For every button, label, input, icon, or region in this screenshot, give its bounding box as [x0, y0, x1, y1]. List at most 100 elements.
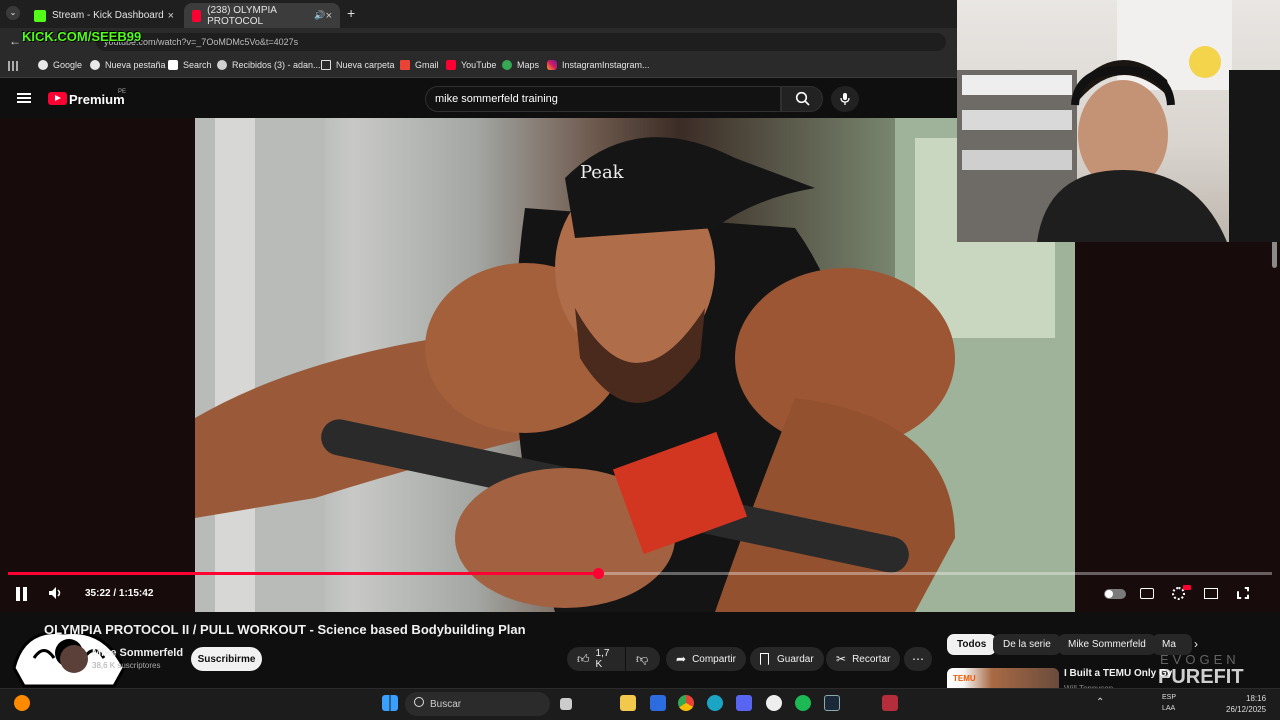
bookmark-google[interactable]: Google [38, 60, 82, 70]
bookmark-maps[interactable]: Maps [502, 60, 539, 70]
tab-list-chevron-icon[interactable]: ⌄ [6, 6, 20, 20]
discord-icon[interactable] [736, 695, 752, 711]
search-input[interactable]: mike sommerfeld training [425, 86, 781, 112]
sponsor-watermark: PUREFIT [1158, 666, 1244, 688]
country-badge: PE [118, 89, 127, 95]
taskbar-search-icon [414, 697, 424, 707]
scissors-icon: ✂ [836, 652, 847, 666]
pause-button[interactable] [14, 587, 30, 601]
progress-played [8, 572, 599, 575]
search-button[interactable] [781, 86, 823, 112]
clock-time[interactable]: 18:16 [1246, 694, 1266, 703]
page-scrollbar[interactable] [1272, 240, 1277, 268]
thumbs-up-icon: 👍︎ [577, 651, 590, 666]
save-button[interactable]: Guardar [750, 647, 824, 671]
dislike-button[interactable]: 👎︎ [626, 647, 660, 671]
google-icon [38, 60, 48, 70]
svg-text:Peak: Peak [580, 162, 625, 183]
tab-youtube-label: (238) OLYMPIA PROTOCOL [207, 4, 277, 27]
mail-icon [217, 60, 227, 70]
like-button[interactable]: 👍︎ 1,7 K [567, 647, 625, 671]
bookmark-gmail[interactable]: Gmail [400, 60, 439, 70]
bookmark-youtube[interactable]: YouTube [446, 60, 496, 70]
bookmark-inbox[interactable]: Recibidos (3) - adan... [217, 60, 321, 70]
video-frame[interactable]: Peak [195, 118, 1075, 612]
youtube-logo-text: Premium [69, 92, 125, 107]
youtube-favicon-icon [192, 9, 202, 22]
subscriber-count: 38,6 K suscriptores [92, 661, 161, 670]
steam-icon[interactable] [824, 695, 840, 711]
taskbar-search-box[interactable] [405, 692, 550, 716]
speaker-icon[interactable]: 🔊 [314, 10, 325, 21]
taskview-icon[interactable] [560, 698, 572, 710]
globe-icon [90, 60, 100, 70]
bookmark-folder[interactable]: Nueva carpeta [321, 60, 395, 70]
video-title: OLYMPIA PROTOCOL II / PULL WORKOUT - Sci… [44, 622, 526, 637]
microphone-icon [840, 93, 850, 105]
recommendation-title[interactable]: I Built a TEMU Only Gy [1064, 668, 1172, 679]
clip-button[interactable]: ✂ Recortar [826, 647, 901, 671]
autoplay-toggle[interactable] [1104, 589, 1126, 599]
channel-avatar[interactable] [60, 645, 88, 673]
close-tab-icon[interactable]: × [326, 10, 332, 22]
apps-grid-icon[interactable] [8, 61, 18, 71]
store-icon[interactable] [650, 695, 666, 711]
channel-name[interactable]: Mike Sommerfeld [92, 647, 183, 659]
volume-icon[interactable] [48, 586, 64, 600]
recommendation-thumbnail[interactable]: TEMU [947, 668, 1059, 688]
chrome-icon[interactable] [678, 695, 694, 711]
language-indicator-sub: LAA [1162, 705, 1176, 712]
tray-chevron-icon[interactable]: ⌃ [1096, 697, 1104, 708]
chip-channel[interactable]: Mike Sommerfeld [1058, 634, 1156, 655]
tab-kick-label: Stream - Kick Dashboard [52, 10, 164, 21]
chip-all[interactable]: Todos [947, 634, 997, 655]
windows-start-icon[interactable] [382, 695, 398, 711]
share-button[interactable]: ➦ Compartir [666, 647, 746, 671]
back-arrow-icon[interactable]: ← [9, 34, 21, 48]
pause-icon [16, 587, 20, 601]
folder-icon [321, 60, 331, 70]
more-actions-button[interactable]: ⋯ [904, 647, 932, 671]
like-count: 1,7 K [595, 648, 610, 670]
clock-date: 26/12/2025 [1226, 705, 1267, 714]
subtitles-icon[interactable] [1140, 588, 1154, 599]
youtube-logo-icon[interactable] [48, 92, 67, 105]
thumbnail-label: TEMU [953, 674, 976, 683]
close-tab-icon[interactable]: × [168, 10, 174, 22]
time-display: 35:22 / 1:15:42 [85, 588, 154, 599]
bookmark-new-tab[interactable]: Nueva pestaña [90, 60, 166, 70]
taskbar-search-text: Buscar [430, 699, 462, 710]
explorer-folder-icon[interactable] [620, 695, 636, 711]
new-tab-button[interactable]: + [347, 5, 355, 21]
theater-mode-icon[interactable] [1204, 588, 1218, 599]
instagram-icon [547, 60, 557, 70]
obs-icon[interactable] [766, 695, 782, 711]
weather-widget-icon[interactable] [14, 695, 30, 711]
settings-hd-badge [1183, 585, 1191, 590]
edge-icon[interactable] [707, 695, 723, 711]
menu-hamburger-icon[interactable] [17, 93, 31, 103]
kick-handle-overlay: KICK.COM/SEEB99 [22, 29, 142, 44]
search-icon [795, 91, 810, 106]
language-indicator[interactable]: ESP [1162, 694, 1176, 701]
subscribe-button[interactable]: Suscribirme [191, 647, 262, 671]
streamer-webcam-overlay [957, 0, 1280, 242]
bookmark-search[interactable]: Search [168, 60, 212, 70]
spotify-icon[interactable] [795, 695, 811, 711]
chip-series[interactable]: De la serie [993, 634, 1061, 655]
tab-kick-dashboard[interactable]: Stream - Kick Dashboard × [26, 3, 182, 28]
video-scene-image: Peak [195, 118, 1075, 612]
voice-search-button[interactable] [831, 86, 859, 112]
thumbs-down-icon: 👎︎ [636, 651, 649, 666]
kick-favicon-icon [34, 9, 46, 22]
bookmark-instagram[interactable]: InstagramInstagram... [547, 60, 650, 70]
gmail-icon [400, 60, 410, 70]
bookmark-icon [760, 653, 769, 665]
chips-next-chevron-icon[interactable]: › [1194, 637, 1198, 651]
search-bookmark-icon [168, 60, 178, 70]
windows-taskbar [0, 688, 1280, 720]
maps-pin-icon [502, 60, 512, 70]
webcam-feed-image [957, 0, 1280, 242]
app-icon[interactable] [882, 695, 898, 711]
tab-youtube-video[interactable]: (238) OLYMPIA PROTOCOL 🔊 × [184, 3, 340, 28]
